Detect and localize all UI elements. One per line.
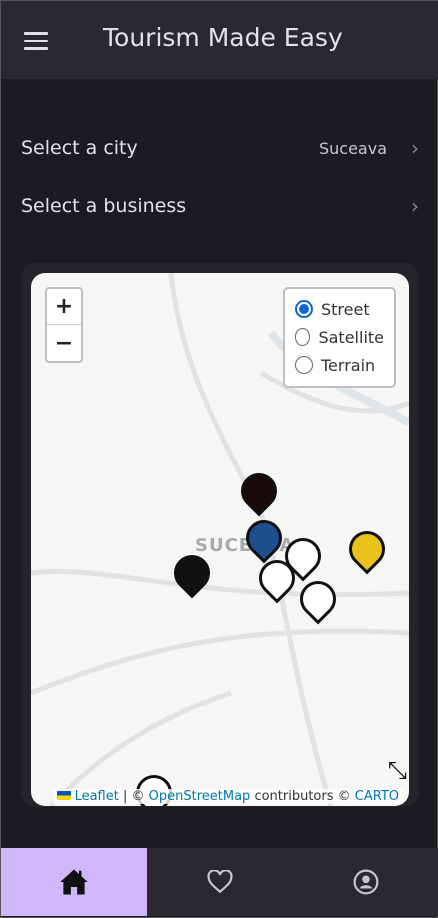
leaflet-link[interactable]: Leaflet bbox=[75, 789, 119, 804]
bottom-nav bbox=[1, 848, 438, 916]
zoom-in-button[interactable]: + bbox=[47, 289, 81, 325]
nav-home[interactable] bbox=[1, 848, 147, 916]
radio-street[interactable] bbox=[295, 300, 313, 318]
layer-street[interactable]: Street bbox=[295, 295, 384, 323]
osm-link[interactable]: OpenStreetMap bbox=[149, 789, 251, 804]
map[interactable]: SUCEAVA + − Street Satellite Terrain ⤡ L… bbox=[31, 273, 409, 806]
nav-account[interactable] bbox=[293, 848, 438, 916]
ukraine-flag-icon bbox=[56, 791, 71, 800]
nav-favorites[interactable] bbox=[147, 848, 293, 916]
layer-terrain[interactable]: Terrain bbox=[295, 351, 384, 379]
select-business-label: Select a business bbox=[21, 195, 187, 217]
account-icon bbox=[353, 869, 379, 895]
select-business-row[interactable]: Select a business › bbox=[1, 181, 438, 231]
zoom-control: + − bbox=[45, 287, 83, 363]
map-attribution: Leaflet | © OpenStreetMap contributors ©… bbox=[52, 789, 403, 804]
select-city-label: Select a city bbox=[21, 137, 138, 159]
fullscreen-icon[interactable]: ⤡ bbox=[388, 756, 407, 784]
zoom-out-button[interactable]: − bbox=[47, 325, 81, 361]
radio-satellite[interactable] bbox=[295, 328, 311, 346]
hamburger-icon[interactable] bbox=[24, 32, 48, 50]
layer-satellite[interactable]: Satellite bbox=[295, 323, 384, 351]
radio-terrain[interactable] bbox=[295, 356, 313, 374]
chevron-right-icon: › bbox=[411, 194, 419, 218]
carto-link[interactable]: CARTO bbox=[355, 789, 399, 804]
select-city-row[interactable]: Select a city Suceava › bbox=[1, 123, 438, 173]
app-title: Tourism Made Easy bbox=[103, 23, 343, 52]
home-icon bbox=[60, 869, 88, 895]
layer-control: Street Satellite Terrain bbox=[283, 287, 396, 388]
heart-icon bbox=[207, 870, 233, 894]
selected-city-value: Suceava bbox=[318, 138, 387, 158]
chevron-right-icon: › bbox=[411, 136, 419, 160]
app-bar: Tourism Made Easy bbox=[1, 1, 438, 79]
